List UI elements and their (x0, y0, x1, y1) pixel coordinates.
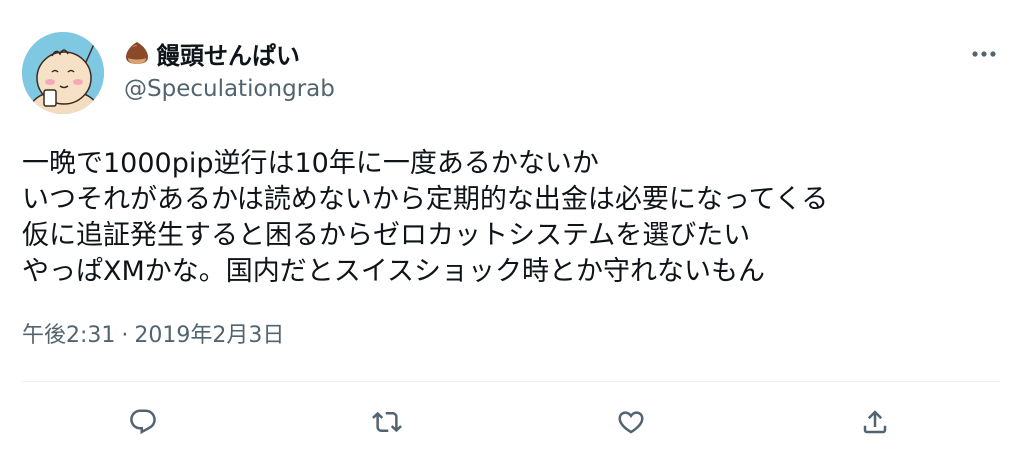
more-options-button[interactable] (962, 40, 1006, 68)
tweet-card: 饅頭せんぱい @Speculationgrab 一晩で1000pip逆行は10年… (0, 0, 1024, 462)
author-info: 饅頭せんぱい @Speculationgrab (124, 38, 335, 103)
tweet-date: 2019年2月3日 (134, 323, 285, 348)
more-icon (972, 51, 996, 57)
share-button[interactable] (851, 398, 899, 446)
share-icon (863, 410, 887, 434)
tweet-text: 一晩で1000pip逆行は10年に一度あるかないか いつそれがあるかは読めないか… (22, 146, 1002, 290)
retweet-button[interactable] (363, 398, 411, 446)
avatar-illustration (22, 32, 104, 114)
action-bar (0, 398, 1024, 446)
display-name-row[interactable]: 饅頭せんぱい (124, 38, 335, 70)
tweet-text-line: いつそれがあるかは読めないから定期的な出金は必要になってくる (22, 184, 829, 215)
tweet-text-line: やっぱXMかな。国内だとスイスショック時とか守れないもん (22, 256, 765, 287)
like-icon (618, 411, 644, 434)
user-handle[interactable]: @Speculationgrab (124, 76, 335, 102)
tweet-timestamp[interactable]: 午後2:31 · 2019年2月3日 (22, 317, 284, 349)
avatar[interactable] (22, 32, 104, 114)
timestamp-separator: · (121, 323, 129, 348)
reply-icon (130, 409, 156, 435)
divider (22, 381, 1000, 382)
chestnut-icon (124, 40, 150, 66)
display-name: 饅頭せんぱい (156, 41, 300, 70)
retweet-icon (372, 411, 402, 433)
tweet-text-line: 一晩で1000pip逆行は10年に一度あるかないか (22, 148, 599, 179)
like-button[interactable] (607, 398, 655, 446)
tweet-text-line: 仮に追証発生すると困るからゼロカットシステムを選びたい (22, 220, 751, 251)
tweet-time: 午後2:31 (22, 323, 116, 348)
reply-button[interactable] (119, 398, 167, 446)
